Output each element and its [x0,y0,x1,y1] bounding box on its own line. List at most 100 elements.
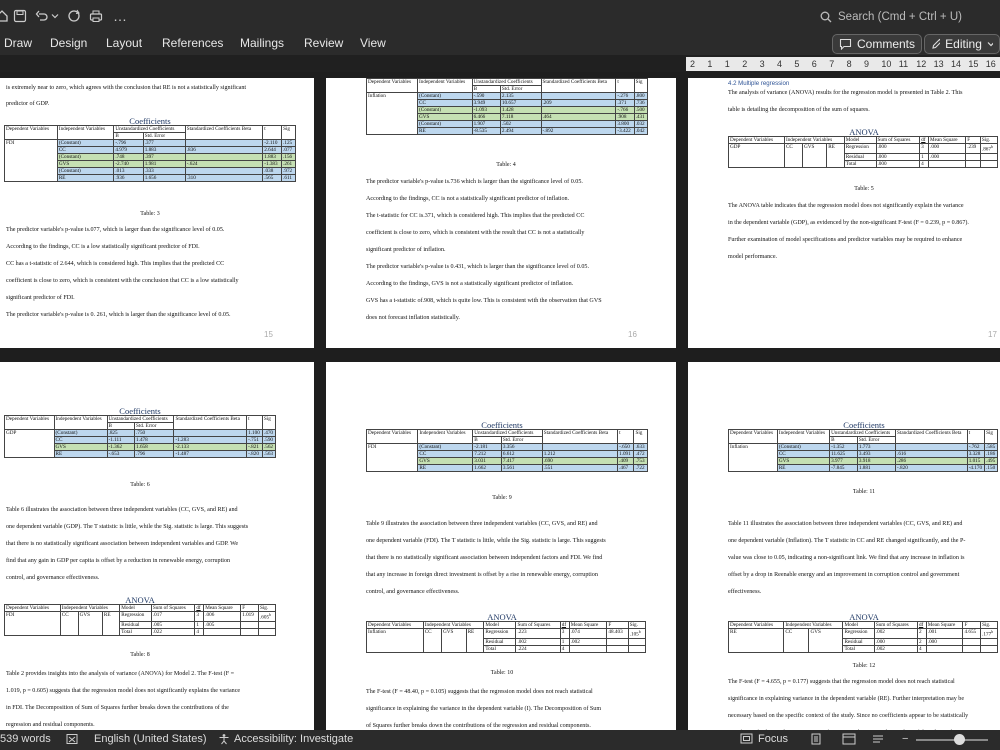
comments-button[interactable]: Comments [832,34,923,54]
tab-draw[interactable]: Draw [4,36,32,50]
table-cell: Sig [281,125,296,140]
table-cell: GVS [417,457,474,465]
table-cell: F [965,136,981,144]
ruler-mark: 2 [742,59,748,69]
table-cell: Dependent Variables [727,621,785,629]
table-cell: GVS [417,113,473,121]
save-icon[interactable] [12,8,28,24]
table-cell: 1 [919,152,930,161]
text-line: Table 9 illustrates the association betw… [366,521,598,527]
proofing-icon[interactable] [66,733,78,748]
table-cell: 1.212 [541,450,619,458]
tab-view[interactable]: View [360,36,386,50]
coefficients-table: Dependent Variables Independent Variables… [365,78,649,135]
table-cell: .825 [106,429,136,437]
chevron-down-icon [987,42,993,47]
table-cell: 1.428 [499,106,542,114]
table-cell: CC [422,628,442,653]
table-cell: .000 [873,637,918,646]
text-line: Further examination of model specificati… [728,237,963,243]
search-box[interactable]: Search (Cmd + Ctrl + U) [820,6,996,28]
table-row: RE CC GVS Regression .002 2.001 4.655.177b [727,628,998,653]
focus-button[interactable]: Focus [758,733,788,745]
table-cell: Residual [843,152,877,161]
editing-button[interactable]: Editing [924,34,1000,54]
coefficients-table: Dependent Variables Independent Variables… [4,125,296,182]
table-cell [627,637,647,646]
undo-icon[interactable] [34,8,50,24]
tab-layout[interactable]: Layout [106,36,142,50]
accessibility-icon[interactable] [218,733,230,748]
table-cell: Unstandardized Coefficients [471,78,542,86]
table-cell: Inflation [728,443,778,472]
page-18: Coefficients Dependent Variables Independ… [0,362,314,730]
table-cell [962,644,982,653]
horizontal-ruler[interactable]: 2 1 1 2 3 4 5 6 7 8 9 10 11 12 13 14 15 16 [686,57,1000,71]
chevron-down-icon[interactable] [50,8,60,24]
table-row: GDP (Constant) .825.750 1.100.470 [4,429,277,458]
table-cell: CC [783,143,803,168]
tab-references[interactable]: References [162,36,223,50]
table-cell: RE [101,611,121,636]
table-cell: Regression [843,143,877,154]
table-cell: F [606,621,629,629]
print-layout-icon[interactable] [810,733,822,748]
table-cell: t [617,429,635,444]
table-cell: .563 [261,450,277,458]
table-cell: .633 [633,443,648,451]
comment-icon [839,38,852,50]
zoom-slider-thumb[interactable] [954,734,965,745]
table-cell: .000 [875,143,921,154]
table-cell: Standardized Coefficients Beta [173,415,248,430]
zoom-out-icon[interactable]: − [902,733,908,745]
more-icon[interactable]: … [112,8,128,24]
table-cell: Mean Square [568,621,608,629]
table-cell: GVS [53,443,108,451]
table-cell: 7.118 [499,113,542,121]
print-icon[interactable] [88,8,104,24]
table-cell: 1.656 [142,174,186,182]
table-cell [965,159,981,168]
table-cell: -2.110 [262,139,283,147]
table-cell: .972 [281,167,296,175]
table-cell: .377 [142,139,186,147]
language-status[interactable]: English (United States) [94,733,207,745]
ruler-mark: 5 [794,59,800,69]
table-cell: .502 [499,120,542,128]
tab-mailings[interactable]: Mailings [240,36,284,50]
table-cell [965,152,981,161]
tab-design[interactable]: Design [50,36,87,50]
table-cell: -.751 [246,436,263,444]
table-cell: Residual [842,637,875,646]
table-cell: Independent Variables [56,125,115,140]
table-cell: -.762 [966,443,986,451]
text-line: does not forecast inflation statisticall… [366,315,460,321]
ruler-mark: 11 [898,59,909,69]
redo-icon[interactable] [66,8,82,24]
table-cell: RE [776,464,831,472]
zoom-slider[interactable] [916,739,988,741]
home-icon[interactable] [0,8,10,24]
tab-review[interactable]: Review [304,36,343,50]
table-cell: .105b [627,628,647,639]
text-line: in FDI. The Decomposition of Sum of Squa… [6,705,229,711]
table-cell [184,139,264,147]
text-line: necessary based on the specific context … [728,713,969,719]
page-number: 15 [264,330,273,339]
focus-icon[interactable] [740,733,753,747]
layout-icon[interactable] [842,733,856,748]
table-cell: 6.612 [500,450,543,458]
web-layout-icon[interactable] [872,733,884,748]
table-cell: B [472,436,502,444]
table-cell: Dependent Variables [4,604,61,612]
document-canvas[interactable]: is extremely near to zero, which agrees … [0,72,1000,730]
title-bar: … Search (Cmd + Ctrl + U) [0,0,1000,33]
accessibility-status[interactable]: Accessibility: Investigate [234,733,353,745]
ruler-mark: 6 [811,59,817,69]
ruler-mark: 12 [916,59,927,69]
table-cell: -1.283 [173,436,248,444]
table-cell: 2.494 [499,127,542,135]
word-count[interactable]: 539 words [0,733,51,745]
table-caption: Table: 8 [130,652,150,658]
table-cell: .042 [633,127,649,135]
